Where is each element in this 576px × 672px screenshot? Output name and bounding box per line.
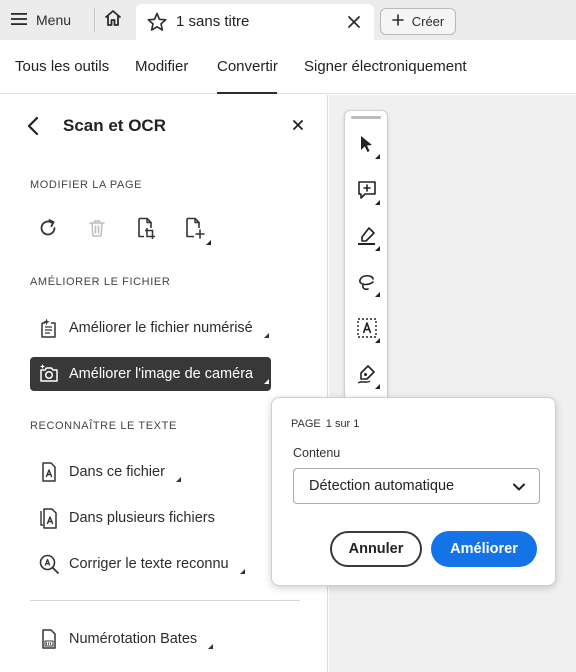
select-cursor-icon xyxy=(357,134,377,159)
camera-enhance-icon xyxy=(38,363,60,385)
page-label: PAGE xyxy=(291,418,321,430)
highlight-button[interactable] xyxy=(353,224,381,252)
panel-title: Scan et OCR xyxy=(63,116,166,135)
improve-scanned-file-label: Améliorer le fichier numérisé xyxy=(69,320,253,336)
improve-camera-image-popover: PAGE 1 sur 1 Contenu Détection automatiqu… xyxy=(271,397,556,586)
crop-page-icon xyxy=(135,216,157,245)
insert-page-icon xyxy=(183,216,207,245)
title-separator xyxy=(94,8,95,32)
menu-label: Menu xyxy=(36,12,72,28)
home-icon xyxy=(103,8,123,33)
delete-page-button[interactable] xyxy=(84,217,110,243)
section-title-improve-file: AMÉLIORER LE FICHIER xyxy=(30,276,171,288)
home-button[interactable] xyxy=(100,7,126,33)
draw-button[interactable] xyxy=(353,270,381,298)
insert-page-button[interactable] xyxy=(182,216,211,245)
trash-icon xyxy=(86,217,108,244)
bates-numbering-item[interactable]: Numérotation Bates xyxy=(30,622,221,656)
sign-button[interactable] xyxy=(353,362,381,390)
rotate-icon xyxy=(37,217,59,244)
hamburger-icon xyxy=(10,10,28,31)
toolbar-drag-handle[interactable] xyxy=(351,116,381,119)
nav-convert[interactable]: Convertir xyxy=(217,58,278,75)
nav-e-sign[interactable]: Signer électroniquement xyxy=(304,58,467,75)
recognize-in-this-file-item[interactable]: Dans ce fichier xyxy=(30,455,189,489)
submenu-indicator xyxy=(375,384,380,389)
submenu-indicator xyxy=(375,292,380,297)
improve-camera-image-item[interactable]: Améliorer l'image de caméra xyxy=(30,357,271,391)
add-text-button[interactable] xyxy=(353,316,381,344)
quick-tools-toolbar xyxy=(344,110,388,410)
plus-icon xyxy=(391,14,404,29)
panel-divider xyxy=(30,600,300,601)
nav-all-tools[interactable]: Tous les outils xyxy=(15,58,109,75)
submenu-indicator xyxy=(175,476,181,482)
submenu-indicator xyxy=(375,154,380,159)
create-label: Créer xyxy=(411,14,445,29)
content-label: Contenu xyxy=(293,446,341,460)
select-tool-button[interactable] xyxy=(353,132,381,160)
submenu-indicator xyxy=(206,240,211,245)
page-range: PAGE 1 sur 1 xyxy=(291,418,359,430)
ocr-multiple-files-icon xyxy=(38,507,60,529)
submenu-indicator xyxy=(263,332,269,338)
improve-scanned-file-item[interactable]: Améliorer le fichier numérisé xyxy=(30,311,277,345)
recognize-in-multiple-files-item[interactable]: Dans plusieurs fichiers xyxy=(30,501,223,535)
section-title-modify-page: MODIFIER LA PAGE xyxy=(30,179,143,191)
submenu-indicator xyxy=(208,643,214,649)
content-selected-value: Détection automatique xyxy=(309,478,455,494)
improve-camera-image-label: Améliorer l'image de caméra xyxy=(69,366,254,382)
close-icon[interactable] xyxy=(344,12,364,37)
correct-recognized-text-label: Corriger le texte reconnu xyxy=(69,556,229,572)
ocr-file-icon xyxy=(38,461,60,483)
star-icon[interactable] xyxy=(146,11,168,38)
main-nav: Tous les outils Modifier Convertir Signe… xyxy=(0,40,576,94)
active-tab-indicator xyxy=(217,92,277,94)
recognize-in-multiple-files-label: Dans plusieurs fichiers xyxy=(69,510,215,526)
magnifier-text-icon xyxy=(38,553,60,575)
submenu-indicator xyxy=(375,200,380,205)
submenu-indicator xyxy=(375,338,380,343)
cancel-button[interactable]: Annuler xyxy=(330,531,422,567)
bates-numbering-label: Numérotation Bates xyxy=(69,631,198,647)
scan-enhance-icon xyxy=(38,317,60,339)
chevron-down-icon xyxy=(512,480,526,498)
rotate-page-button[interactable] xyxy=(35,217,61,243)
section-title-recognize-text: RECONNAÎTRE LE TEXTE xyxy=(30,420,177,432)
nav-edit[interactable]: Modifier xyxy=(135,58,188,75)
submenu-indicator xyxy=(239,568,245,574)
recognize-in-this-file-label: Dans ce fichier xyxy=(69,464,165,480)
page-value: 1 sur 1 xyxy=(325,418,360,430)
close-icon[interactable] xyxy=(290,117,306,138)
add-comment-button[interactable] xyxy=(353,178,381,206)
correct-recognized-text-item[interactable]: Corriger le texte reconnu xyxy=(30,547,253,581)
submenu-indicator xyxy=(264,378,270,384)
submenu-indicator xyxy=(375,246,380,251)
create-button[interactable]: Créer xyxy=(380,8,456,35)
improve-button[interactable]: Améliorer xyxy=(431,531,537,567)
chevron-left-icon[interactable] xyxy=(24,115,44,142)
title-bar: Menu 1 sans titre Créer xyxy=(0,0,576,40)
document-tab[interactable]: 1 sans titre xyxy=(136,4,374,40)
menu-button[interactable]: Menu xyxy=(10,6,71,34)
bates-numbering-icon xyxy=(38,628,60,650)
tab-title: 1 sans titre xyxy=(176,13,250,30)
content-type-dropdown[interactable]: Détection automatique xyxy=(293,468,540,504)
crop-page-button[interactable] xyxy=(133,217,159,243)
